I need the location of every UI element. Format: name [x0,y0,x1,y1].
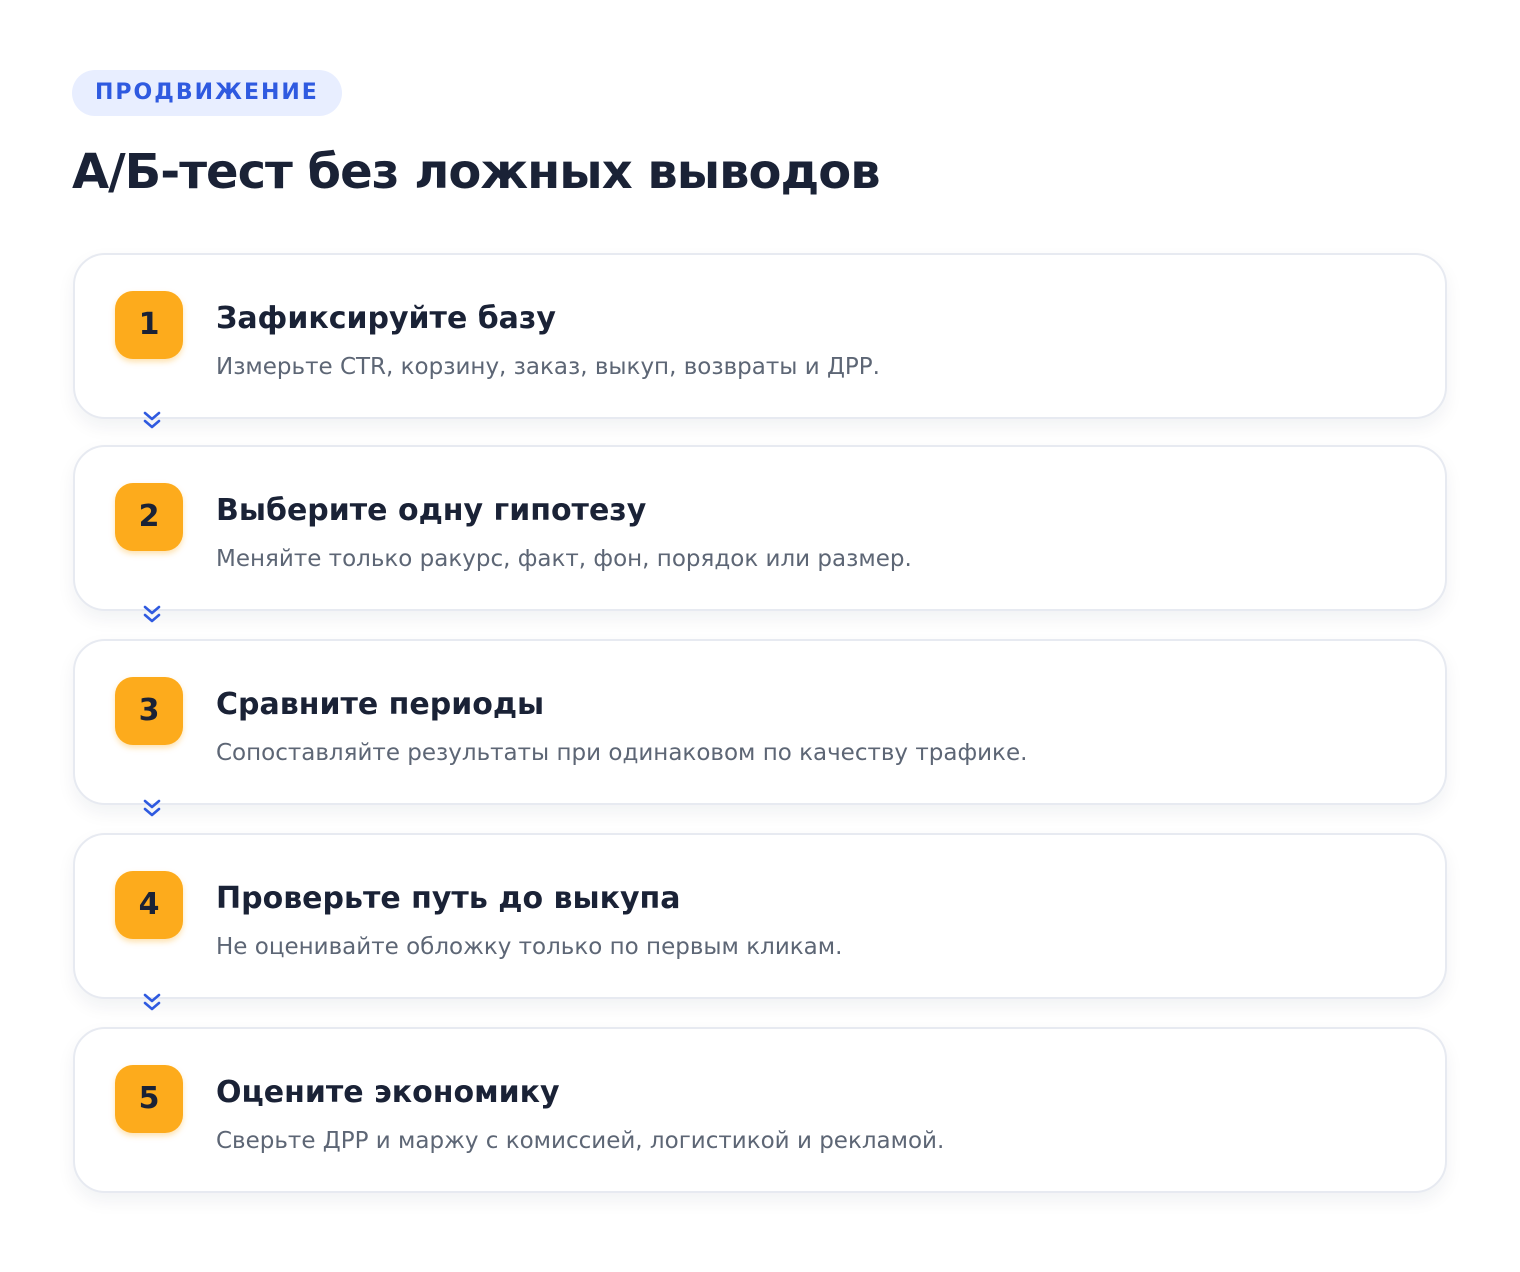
step-card: 1 Зафиксируйте базу Измерьте CTR, корзин… [73,253,1447,419]
step-card: 3 Сравните периоды Сопоставляйте результ… [73,639,1447,805]
double-chevron-down-icon [143,993,161,1011]
double-chevron-down-icon [143,799,161,817]
step-description: Не оценивайте обложку только по первым к… [216,934,843,960]
step-title: Выберите одну гипотезу [216,493,647,528]
step-title: Сравните периоды [216,687,545,722]
step-card: 5 Оцените экономику Сверьте ДРР и маржу … [73,1027,1447,1193]
step-number: 4 [115,871,183,939]
step-number: 3 [115,677,183,745]
category-badge: ПРОДВИЖЕНИЕ [72,70,342,116]
double-chevron-down-icon [143,605,161,623]
double-chevron-down-icon [143,411,161,429]
step-description: Измерьте CTR, корзину, заказ, выкуп, воз… [216,354,880,380]
step-title: Зафиксируйте базу [216,301,556,336]
step-number: 2 [115,483,183,551]
step-card: 2 Выберите одну гипотезу Меняйте только … [73,445,1447,611]
step-title: Проверьте путь до выкупа [216,881,681,916]
step-description: Сопоставляйте результаты при одинаковом … [216,740,1028,766]
step-description: Сверьте ДРР и маржу с комиссией, логисти… [216,1128,945,1154]
step-number: 1 [115,291,183,359]
step-description: Меняйте только ракурс, факт, фон, порядо… [216,546,912,572]
step-title: Оцените экономику [216,1075,560,1110]
page-title: А/Б-тест без ложных выводов [72,144,881,200]
step-card: 4 Проверьте путь до выкупа Не оценивайте… [73,833,1447,999]
step-number: 5 [115,1065,183,1133]
